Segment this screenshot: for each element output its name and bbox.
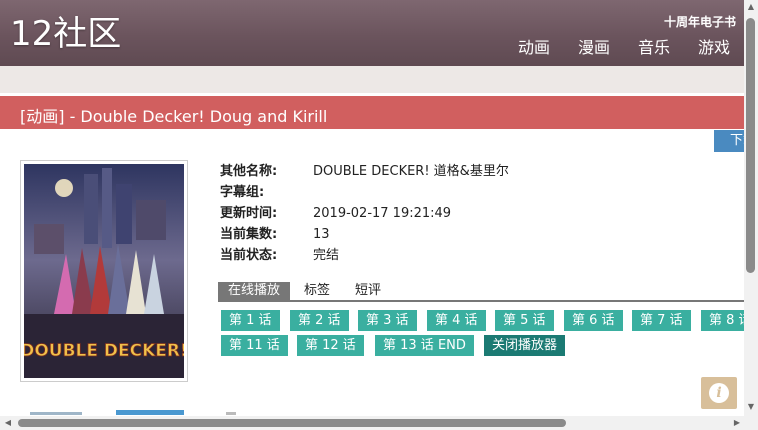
info-label: 字幕组:: [220, 185, 265, 200]
info-label: 其他名称:: [220, 164, 278, 179]
main-nav: 动画 漫画 音乐 游戏: [490, 38, 730, 58]
scroll-right-arrow-icon[interactable]: ▶: [732, 418, 742, 428]
bottom-link-underline: [30, 412, 82, 415]
episode-button[interactable]: 第 8 话: [701, 310, 744, 331]
nav-item-games[interactable]: 游戏: [698, 38, 730, 58]
page-title: [动画] - Double Decker! Doug and Kirill: [20, 107, 328, 126]
sub-navbar: [0, 66, 744, 93]
tab-short-review[interactable]: 短评: [355, 282, 381, 300]
info-value: 13: [313, 227, 330, 242]
scroll-down-arrow-icon[interactable]: ▼: [746, 402, 756, 412]
download-button[interactable]: 下载: [714, 130, 744, 152]
episode-button[interactable]: 第 1 话: [221, 310, 280, 331]
episode-button[interactable]: 第 11 话: [221, 335, 288, 356]
info-value: 完结: [313, 248, 340, 263]
info-icon: i: [709, 383, 729, 403]
info-label: 当前状态:: [220, 248, 278, 263]
cover-image[interactable]: DOUBLE DECKER!: [20, 160, 188, 382]
episode-button[interactable]: 第 13 话 END: [375, 335, 474, 356]
info-value: 2019-02-17 19:21:49: [313, 206, 452, 221]
nav-item-manga[interactable]: 漫画: [578, 38, 610, 58]
episode-button[interactable]: 第 6 话: [564, 310, 623, 331]
cover-title-art: DOUBLE DECKER!: [24, 341, 184, 361]
episode-button[interactable]: 第 2 话: [290, 310, 349, 331]
site-header: 12社区 十周年电子书 动画 漫画 音乐 游戏: [0, 0, 744, 66]
title-bar: [动画] - Double Decker! Doug and Kirill: [0, 96, 744, 129]
page: 12社区 十周年电子书 动画 漫画 音乐 游戏 [动画] - Double De…: [0, 0, 758, 430]
info-label: 当前集数:: [220, 227, 278, 242]
episode-button[interactable]: 第 4 话: [427, 310, 486, 331]
episode-button[interactable]: 第 12 话: [297, 335, 364, 356]
scroll-up-arrow-icon[interactable]: ▲: [746, 2, 756, 12]
info-value: DOUBLE DECKER! 道格&基里尔: [313, 164, 509, 179]
episode-button[interactable]: 第 7 话: [632, 310, 691, 331]
info-label: 更新时间:: [220, 206, 278, 221]
scroll-left-arrow-icon[interactable]: ◀: [3, 418, 13, 428]
horizontal-scroll-thumb[interactable]: [18, 419, 566, 427]
tab-online-play[interactable]: 在线播放: [218, 282, 291, 300]
info-button[interactable]: i: [701, 377, 737, 409]
ebook-link[interactable]: 十周年电子书: [664, 13, 736, 30]
detail-tabs: 在线播放 标签 短评: [218, 282, 744, 302]
site-logo[interactable]: 12社区: [10, 14, 121, 54]
bottom-active-tab-indicator: [116, 410, 184, 415]
episode-button[interactable]: 第 3 话: [358, 310, 417, 331]
nav-item-anime[interactable]: 动画: [518, 38, 550, 58]
tab-tags[interactable]: 标签: [304, 282, 330, 300]
episode-button[interactable]: 第 5 话: [495, 310, 554, 331]
vertical-scroll-thumb[interactable]: [746, 18, 755, 273]
nav-item-music[interactable]: 音乐: [638, 38, 670, 58]
close-player-button[interactable]: 关闭播放器: [484, 335, 566, 356]
bottom-link-underline: [226, 412, 236, 415]
